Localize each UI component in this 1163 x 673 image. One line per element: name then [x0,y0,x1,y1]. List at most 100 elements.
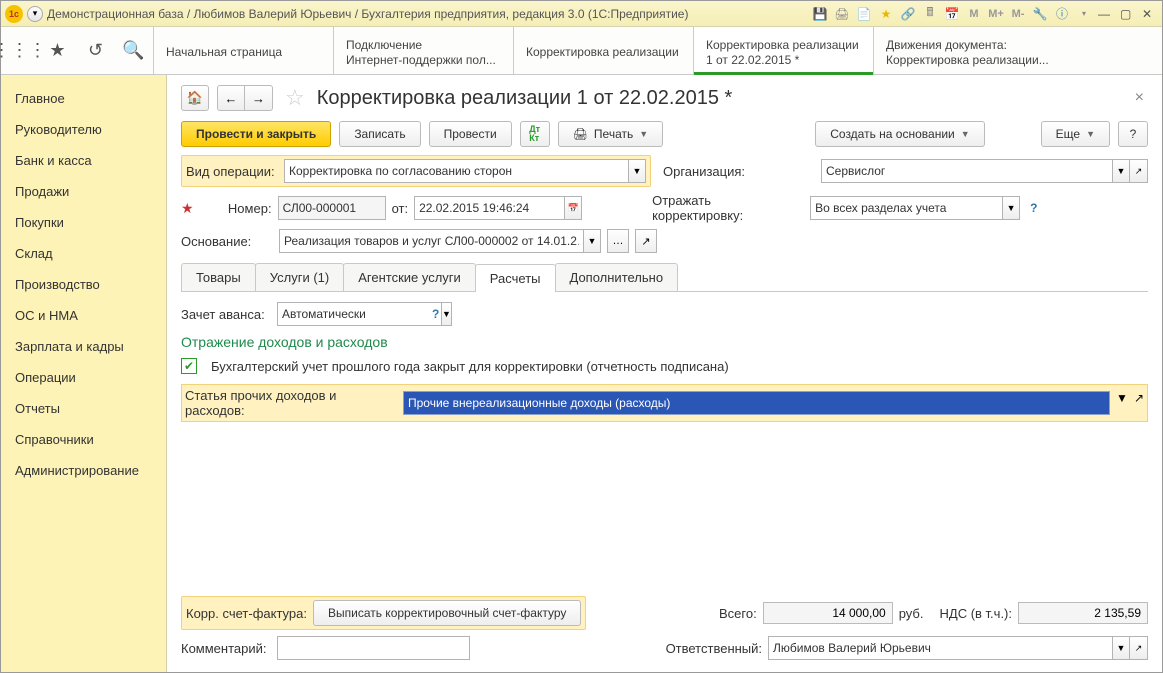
sidebar-item[interactable]: Руководителю [1,114,166,145]
info-icon[interactable]: ⓘ [1054,6,1070,22]
document-title: Корректировка реализации 1 от 22.02.2015… [317,87,1123,110]
responsible-input[interactable] [768,636,1112,660]
dropdown-icon[interactable]: ▾ [27,6,43,22]
currency-label: руб. [899,606,924,621]
subtab-extra[interactable]: Дополнительно [555,263,679,291]
sidebar-item[interactable]: Продажи [1,176,166,207]
create-corr-invoice-button[interactable]: Выписать корректировочный счет-фактуру [313,600,581,626]
sidebar-item[interactable]: Главное [1,83,166,114]
vat-value: 2 135,59 [1018,602,1148,624]
vat-label: НДС (в т.ч.): [940,606,1013,621]
memory-mplus[interactable]: M+ [988,6,1004,22]
tool-icon[interactable]: 🔧 [1032,6,1048,22]
sidebar-item[interactable]: Справочники [1,424,166,455]
number-label: Номер: [200,201,272,216]
close-button[interactable]: ✕ [1142,7,1158,21]
window-title: Демонстрационная база / Любимов Валерий … [47,7,688,21]
section-title: Отражение доходов и расходов [181,334,1148,350]
sidebar-item[interactable]: Операции [1,362,166,393]
create-based-button[interactable]: Создать на основании▼ [815,121,984,147]
tab-correction-1[interactable]: Корректировка реализации1 от 22.02.2015 … [693,27,873,74]
memory-mminus[interactable]: M- [1010,6,1026,22]
tab-internet[interactable]: ПодключениеИнтернет-поддержки пол... [333,27,513,74]
sidebar-item[interactable]: Производство [1,269,166,300]
dropdown-icon[interactable]: ▼ [1112,159,1130,183]
tab-start[interactable]: Начальная страница [153,27,333,74]
back-button[interactable]: ← [217,85,245,111]
op-type-input[interactable] [284,159,628,183]
post-button[interactable]: Провести [429,121,512,147]
save-icon[interactable]: 💾 [812,6,828,22]
dropdown-icon[interactable]: ▼ [1112,636,1130,660]
tab-correction[interactable]: Корректировка реализации [513,27,693,74]
sidebar-item[interactable]: ОС и НМА [1,300,166,331]
subtab-agent[interactable]: Агентские услуги [343,263,476,291]
history-icon[interactable]: ↺ [77,27,115,74]
help-icon[interactable]: ? [1026,201,1041,215]
calc-icon[interactable]: 🖩 [922,6,938,22]
print-button[interactable]: 🖨Печать▼ [558,121,663,147]
subtab-goods[interactable]: Товары [181,263,256,291]
open-button[interactable]: ↗ [635,229,657,253]
more-button[interactable]: Еще▼ [1041,121,1110,147]
closed-year-checkbox[interactable]: ✔ [181,358,197,374]
post-and-close-button[interactable]: Провести и закрыть [181,121,331,147]
open-icon[interactable]: ↗ [1130,636,1148,660]
memory-m[interactable]: M [966,6,982,22]
help-icon[interactable]: ? [428,307,443,321]
total-value: 14 000,00 [763,602,893,624]
app-window: 1c ▾ Демонстрационная база / Любимов Вал… [0,0,1163,673]
sidebar-item[interactable]: Отчеты [1,393,166,424]
link-icon[interactable]: 🔗 [900,6,916,22]
doc-icon[interactable]: 📄 [856,6,872,22]
calendar-icon[interactable]: 📅 [564,196,582,220]
calendar-icon[interactable]: 📅 [944,6,960,22]
favorite-icon[interactable]: ★ [878,6,894,22]
forward-button[interactable]: → [245,85,273,111]
content: 🏠 ← → ☆ Корректировка реализации 1 от 22… [167,75,1162,672]
print-icon[interactable]: 🖨 [834,6,850,22]
select-button[interactable]: … [607,229,629,253]
info-dropdown-icon[interactable]: ▾ [1076,6,1092,22]
favorite-toggle-icon[interactable]: ☆ [281,85,309,111]
tab-movements[interactable]: Движения документа:Корректировка реализа… [873,27,1061,74]
doc-toolbar: Провести и закрыть Записать Провести ДтК… [167,115,1162,153]
home-button[interactable]: 🏠 [181,85,209,111]
close-doc-button[interactable]: × [1131,89,1148,107]
dropdown-icon[interactable]: ▼ [1116,391,1128,415]
star-icon[interactable]: ★ [39,27,77,74]
dropdown-icon[interactable]: ▼ [583,229,601,253]
comment-input[interactable] [277,636,470,660]
minimize-button[interactable]: — [1098,7,1114,21]
titlebar: 1c ▾ Демонстрационная база / Любимов Вал… [1,1,1162,27]
write-button[interactable]: Записать [339,121,420,147]
sidebar-item[interactable]: Зарплата и кадры [1,331,166,362]
maximize-button[interactable]: ▢ [1120,7,1136,21]
comment-label: Комментарий: [181,641,271,656]
open-icon[interactable]: ↗ [1130,159,1148,183]
open-icon[interactable]: ↗ [1134,391,1144,415]
dtkt-button[interactable]: ДтКт [520,121,550,147]
sidebar-item[interactable]: Банк и касса [1,145,166,176]
closed-year-label: Бухгалтерский учет прошлого года закрыт … [211,359,729,374]
subtab-services[interactable]: Услуги (1) [255,263,344,291]
doc-header: 🏠 ← → ☆ Корректировка реализации 1 от 22… [167,75,1162,115]
dropdown-icon[interactable]: ▼ [628,159,646,183]
apps-icon[interactable]: ⋮⋮⋮ [1,27,39,74]
article-field-highlight: Статья прочих доходов и расходов: Прочие… [181,384,1148,422]
article-input[interactable]: Прочие внереализационные доходы (расходы… [403,391,1110,415]
dropdown-icon[interactable]: ▼ [1002,196,1020,220]
date-input[interactable] [414,196,564,220]
reflect-input[interactable] [810,196,1002,220]
org-input[interactable] [821,159,1112,183]
basis-input[interactable] [279,229,583,253]
printer-icon: 🖨 [573,127,588,141]
help-button[interactable]: ? [1118,121,1148,147]
advance-input[interactable] [277,302,441,326]
sidebar-item[interactable]: Склад [1,238,166,269]
sidebar-item[interactable]: Покупки [1,207,166,238]
search-icon[interactable]: 🔍 [115,27,153,74]
subtab-calc[interactable]: Расчеты [475,264,556,292]
sidebar-item[interactable]: Администрирование [1,455,166,486]
number-input[interactable] [278,196,386,220]
